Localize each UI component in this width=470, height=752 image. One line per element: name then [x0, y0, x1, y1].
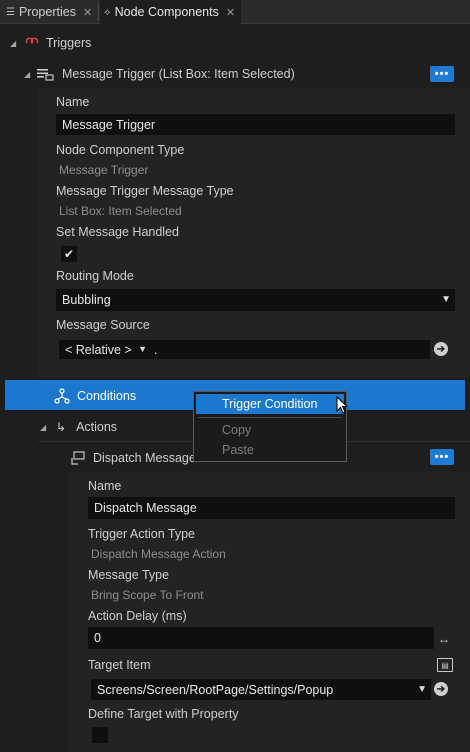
- dispatch-more-button[interactable]: •••: [430, 449, 454, 465]
- message-trigger-header[interactable]: ◢ Message Trigger (List Box: Item Select…: [24, 65, 295, 83]
- tab-node-components[interactable]: ⟡ Node Components ✕: [100, 0, 242, 24]
- expand-arrow-icon[interactable]: ◢: [40, 423, 50, 432]
- dispatch-message-title: Dispatch Message: [93, 451, 196, 465]
- close-icon[interactable]: ✕: [83, 6, 92, 19]
- menu-separator: [198, 417, 342, 418]
- menu-item-trigger-condition[interactable]: Trigger Condition: [196, 394, 344, 414]
- dispatch-message-header[interactable]: Dispatch Message: [70, 449, 196, 467]
- context-menu: Trigger Condition Copy Paste: [193, 391, 347, 462]
- chevron-down-icon: ▼: [441, 294, 451, 305]
- define-target-checkbox[interactable]: [92, 727, 108, 743]
- message-type-value: List Box: Item Selected: [59, 204, 182, 218]
- conditions-label: Conditions: [77, 389, 137, 403]
- action-type-value: Dispatch Message Action: [91, 547, 226, 561]
- message-source-mode-select[interactable]: < Relative > ▼: [59, 340, 155, 359]
- target-item-label: Target Item: [88, 658, 151, 672]
- component-type-label: Node Component Type: [56, 143, 185, 157]
- message-trigger-title: Message Trigger (List Box: Item Selected…: [62, 67, 295, 81]
- navigate-icon[interactable]: ➔: [434, 682, 448, 696]
- message-source-input[interactable]: .: [150, 340, 430, 359]
- tab-bar: ☰ Properties ✕ ⟡ Node Components ✕: [0, 0, 470, 24]
- node-components-icon: ⟡: [104, 6, 111, 18]
- tab-separator: [98, 3, 99, 21]
- name-label: Name: [56, 95, 90, 109]
- component-type-value: Message Trigger: [59, 163, 149, 177]
- action-delay-label: Action Delay (ms): [88, 609, 187, 623]
- dispatch-message-type-value: Bring Scope To Front: [91, 588, 204, 602]
- drag-resize-icon[interactable]: ↔: [438, 632, 450, 646]
- dispatch-message-type-label: Message Type: [88, 568, 170, 582]
- action-delay-input[interactable]: 0: [88, 627, 434, 649]
- conditions-icon: [54, 388, 70, 404]
- tab-properties[interactable]: ☰ Properties ✕: [6, 0, 92, 24]
- actions-icon: ↳: [56, 420, 67, 434]
- triggers-label: Triggers: [46, 36, 92, 50]
- binding-icon[interactable]: ▤: [437, 658, 453, 672]
- dispatch-name-input[interactable]: Dispatch Message: [88, 497, 455, 519]
- routing-mode-select[interactable]: Bubbling ▼: [56, 289, 455, 311]
- chevron-down-icon: ▼: [417, 684, 427, 695]
- message-trigger-more-button[interactable]: •••: [430, 66, 454, 82]
- message-source-label: Message Source: [56, 318, 150, 332]
- expand-arrow-icon[interactable]: ◢: [10, 39, 20, 48]
- dispatch-message-icon: [71, 451, 85, 465]
- navigate-icon[interactable]: ➔: [434, 342, 448, 356]
- expand-arrow-icon[interactable]: ◢: [24, 70, 34, 79]
- routing-mode-label: Routing Mode: [56, 269, 134, 283]
- triggers-row[interactable]: ◢ Triggers: [10, 34, 91, 52]
- dispatch-name-label: Name: [88, 479, 122, 493]
- mouse-cursor-icon: [336, 396, 348, 414]
- trigger-icon: [25, 37, 39, 44]
- action-type-label: Trigger Action Type: [88, 527, 196, 541]
- list-icon: ☰: [6, 6, 15, 18]
- message-trigger-icon: [37, 69, 54, 81]
- close-icon[interactable]: ✕: [226, 6, 235, 19]
- define-target-label: Define Target with Property: [88, 707, 239, 721]
- actions-label: Actions: [76, 420, 118, 434]
- chevron-down-icon: ▼: [138, 344, 147, 354]
- menu-item-paste[interactable]: Paste: [222, 443, 254, 457]
- message-type-label: Message Trigger Message Type: [56, 184, 234, 198]
- menu-item-copy[interactable]: Copy: [222, 423, 251, 437]
- set-handled-checkbox[interactable]: ✔: [61, 246, 77, 262]
- target-item-select[interactable]: Screens/Screen/RootPage/Settings/Popup ▼: [91, 679, 431, 700]
- set-handled-label: Set Message Handled: [56, 225, 179, 239]
- actions-row[interactable]: ◢ ↳ Actions: [40, 418, 117, 436]
- name-input[interactable]: Message Trigger: [56, 114, 455, 135]
